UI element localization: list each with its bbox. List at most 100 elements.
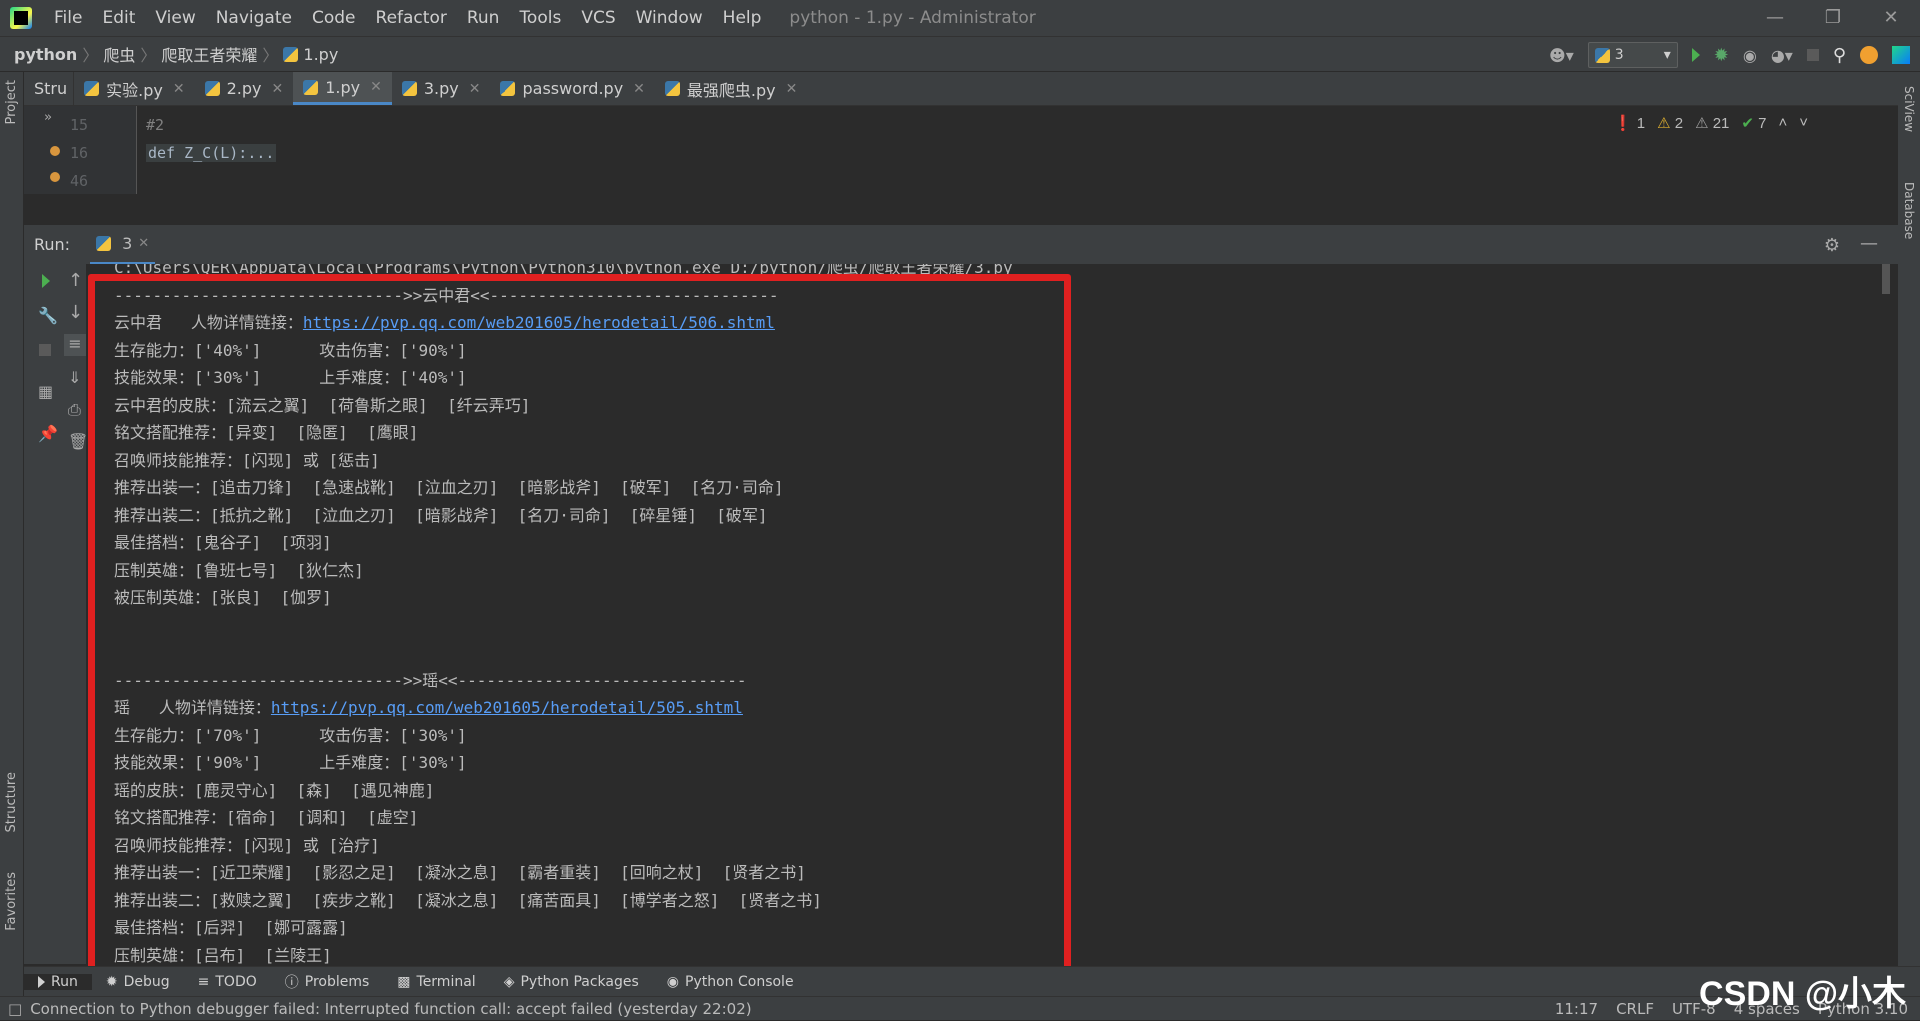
tab-debug[interactable]: ✹ Debug (92, 974, 184, 990)
arrow-up-icon[interactable]: ↑ (68, 270, 86, 291)
tab-python-packages[interactable]: ◈ Python Packages (490, 974, 653, 990)
tab-todo-label: TODO (215, 973, 257, 990)
chevron-up-icon[interactable]: ˄ (1778, 114, 1787, 132)
run-icon (38, 975, 45, 988)
wrench-icon[interactable]: 🔧 (38, 306, 58, 325)
problems-icon: ⓘ (284, 974, 299, 991)
menu-vcs[interactable]: VCS (571, 8, 625, 28)
breadcrumb-project[interactable]: python (14, 45, 77, 64)
tab-strongest-crawler[interactable]: 最强爬虫.py ✕ (655, 72, 807, 105)
packages-icon: ◈ (503, 973, 515, 990)
caret-position[interactable]: 11:17 (1555, 1000, 1598, 1018)
tab-3[interactable]: 3.py ✕ (392, 72, 491, 105)
python-file-icon (401, 81, 417, 96)
update-icon[interactable] (1860, 46, 1878, 64)
restore-icon[interactable]: ❐ (1804, 0, 1862, 36)
tab-terminal[interactable]: ▩ Terminal (383, 974, 489, 990)
line-separator[interactable]: CRLF (1616, 1000, 1654, 1018)
menu-view[interactable]: View (145, 8, 205, 28)
tab-password[interactable]: password.py ✕ (490, 72, 654, 105)
warning-count: ⚠ 2 (1657, 115, 1684, 132)
favorites-tool-button[interactable]: Favorites (4, 872, 19, 931)
soft-wrap-icon[interactable]: ≡ (64, 334, 86, 356)
scrollbar-thumb[interactable] (1882, 264, 1890, 294)
python-icon (1594, 47, 1610, 63)
menu-code[interactable]: Code (302, 8, 366, 28)
scroll-to-end-icon[interactable]: ⇓ (68, 368, 86, 387)
tab-todo[interactable]: ≡ TODO (184, 974, 271, 990)
minimize-icon[interactable]: — (1746, 0, 1804, 36)
close-icon[interactable]: ✕ (1862, 0, 1920, 36)
sciview-tool-button[interactable]: SciView (1902, 86, 1916, 132)
navigation-bar: python 〉 爬虫 〉 爬取王者荣耀 〉 1.py ☻▾ 3 ▾ ✹ ◉ ◕… (0, 36, 1920, 72)
stop-icon[interactable] (1806, 49, 1819, 61)
code-folded-function[interactable]: def Z_C(L):... (146, 144, 277, 162)
rerun-icon[interactable] (42, 274, 50, 288)
menu-help[interactable]: Help (713, 8, 772, 28)
close-icon[interactable]: ✕ (138, 236, 149, 251)
user-icon[interactable]: ☻▾ (1549, 46, 1574, 65)
menu-refactor[interactable]: Refactor (366, 8, 457, 28)
database-tool-button[interactable]: Database (1902, 182, 1916, 239)
arrow-down-icon[interactable]: ↓ (68, 302, 86, 323)
tab-terminal-label: Terminal (416, 973, 476, 990)
expand-structure-icon[interactable]: » (44, 110, 52, 125)
coverage-icon[interactable]: ◉ (1743, 46, 1757, 65)
trash-icon[interactable]: 🗑 (68, 432, 88, 451)
menu-file[interactable]: File (44, 8, 92, 28)
run-config-select[interactable]: 3 ▾ (1587, 42, 1678, 68)
run-toolbar: 🔧 ▦ 📌 ↑ ↓ ≡ ⇓ ⎙ 🗑 (24, 264, 88, 964)
breadcrumb-folder-2[interactable]: 爬取王者荣耀 (161, 42, 257, 66)
stop-icon[interactable] (39, 344, 51, 356)
chevron-right-icon: 〉 (262, 46, 279, 65)
tab-run-label: Run (51, 973, 78, 990)
breadcrumb-folder-1[interactable]: 爬虫 (103, 42, 135, 66)
run-tab[interactable]: 3 ✕ (90, 225, 156, 265)
highlight-annotation-box (88, 274, 1071, 973)
status-panel-icon[interactable]: □ (8, 1000, 22, 1018)
structure-tab[interactable]: Stru (24, 72, 75, 105)
tab-problems[interactable]: ⓘ Problems (271, 972, 384, 992)
tab-experiment[interactable]: 实验.py ✕ (74, 72, 194, 105)
status-message[interactable]: Connection to Python debugger failed: In… (30, 1000, 751, 1018)
close-icon[interactable]: ✕ (173, 81, 185, 97)
menu-tools[interactable]: Tools (509, 8, 571, 28)
tab-run[interactable]: Run (24, 973, 92, 990)
menu-window[interactable]: Window (626, 8, 713, 28)
debug-icon[interactable]: ✹ (1714, 45, 1729, 66)
tab-python-console-label: Python Console (685, 973, 794, 990)
tab-problems-label: Problems (304, 973, 370, 990)
pin-icon[interactable]: 📌 (38, 424, 58, 443)
close-icon[interactable]: ✕ (633, 81, 645, 97)
breadcrumb-file[interactable]: 1.py (303, 45, 338, 64)
minimize-panel-icon[interactable]: — (1860, 233, 1878, 254)
layout-icon[interactable]: ▦ (38, 382, 56, 401)
jetbrains-icon[interactable] (1892, 46, 1910, 64)
project-tool-button[interactable]: Project (4, 80, 19, 124)
menu-navigate[interactable]: Navigate (206, 8, 302, 28)
inspection-widget[interactable]: ❗ 1 ⚠ 2 ⚠ 21 ✔ 7 ˄ ˅ (1614, 114, 1808, 132)
print-icon[interactable]: ⎙ (68, 400, 86, 419)
chevron-down-icon[interactable]: ˅ (1799, 114, 1808, 132)
close-icon[interactable]: ✕ (370, 79, 382, 95)
menu-edit[interactable]: Edit (92, 8, 145, 28)
close-icon[interactable]: ✕ (786, 81, 798, 97)
python-file-icon (664, 81, 680, 96)
menu-run[interactable]: Run (457, 8, 510, 28)
tab-2[interactable]: 2.py ✕ (195, 72, 294, 105)
tab-1[interactable]: 1.py ✕ (293, 72, 392, 105)
run-config-label: 3 (1614, 47, 1624, 63)
error-count: ❗ 1 (1613, 115, 1646, 132)
search-icon[interactable]: ⚲ (1833, 45, 1846, 66)
run-icon[interactable] (1691, 48, 1700, 62)
structure-tool-button[interactable]: Structure (4, 772, 19, 832)
code-editor[interactable]: » 15 16 46 #2 def Z_C(L):... ❗ 1 ⚠ 2 ⚠ 2… (24, 106, 1898, 194)
tab-python-packages-label: Python Packages (520, 973, 639, 990)
tab-label: 实验.py (106, 80, 163, 100)
close-icon[interactable]: ✕ (469, 81, 481, 97)
pycharm-logo-icon (10, 7, 32, 29)
close-icon[interactable]: ✕ (272, 81, 284, 97)
gear-icon[interactable]: ⚙ (1824, 235, 1840, 256)
tab-python-console[interactable]: ◉ Python Console (653, 974, 808, 990)
profile-icon[interactable]: ◕▾ (1771, 46, 1793, 65)
